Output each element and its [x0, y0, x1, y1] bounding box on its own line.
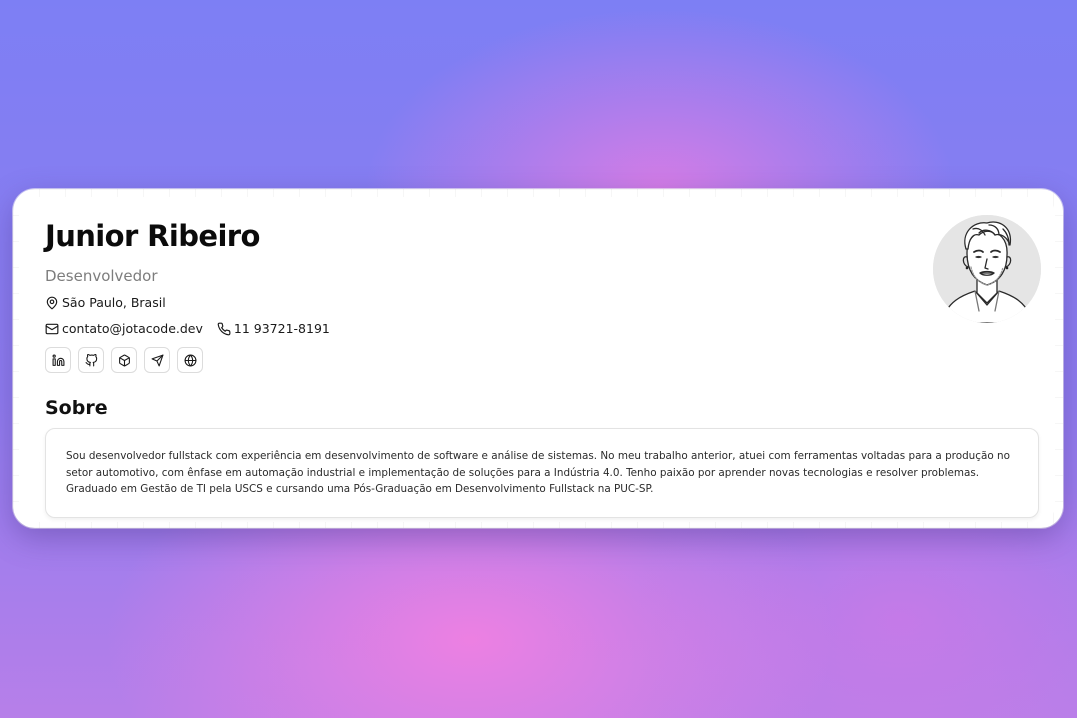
- linkedin-button[interactable]: [45, 347, 71, 373]
- avatar: [933, 215, 1041, 323]
- globe-icon: [184, 354, 196, 366]
- about-text: Sou desenvolvedor fullstack com experiên…: [66, 450, 1010, 495]
- profile-name: Junior Ribeiro: [45, 219, 260, 253]
- github-button[interactable]: [78, 347, 104, 373]
- phone-icon: [217, 322, 231, 336]
- location-text: São Paulo, Brasil: [62, 295, 166, 310]
- linkedin-icon: [52, 354, 64, 366]
- map-pin-icon: [45, 296, 59, 310]
- package-button[interactable]: [111, 347, 137, 373]
- avatar-illustration: [933, 215, 1041, 323]
- location-row: São Paulo, Brasil: [45, 295, 166, 310]
- email-link[interactable]: contato@jotacode.dev: [62, 321, 203, 336]
- profile-card: Junior Ribeiro Desenvolvedor São Paulo, …: [13, 189, 1063, 528]
- github-icon: [85, 353, 97, 366]
- send-icon: [151, 354, 163, 366]
- package-icon: [118, 354, 130, 366]
- section-title-about: Sobre: [45, 397, 108, 419]
- social-links: [45, 347, 203, 373]
- card-content: Junior Ribeiro Desenvolvedor São Paulo, …: [19, 197, 1055, 522]
- phone-link[interactable]: 11 93721-8191: [234, 321, 330, 336]
- about-box: Sou desenvolvedor fullstack com experiên…: [45, 428, 1039, 518]
- website-button[interactable]: [177, 347, 203, 373]
- contact-row: contato@jotacode.dev 11 93721-8191: [45, 321, 330, 336]
- profile-role: Desenvolvedor: [45, 267, 158, 285]
- mail-icon: [45, 322, 59, 336]
- telegram-button[interactable]: [144, 347, 170, 373]
